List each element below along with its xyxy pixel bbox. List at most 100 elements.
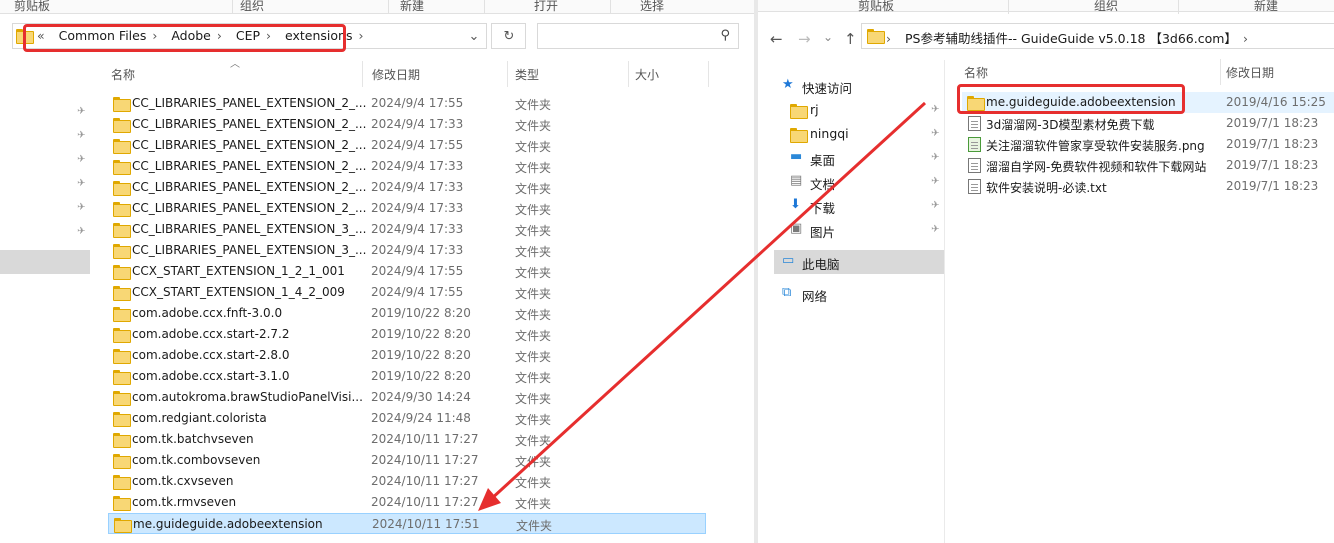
file-row[interactable]: com.tk.cxvseven 2024/10/11 17:27 文件夹 <box>108 471 706 492</box>
ribbon-select-label: 选择 <box>640 0 665 13</box>
file-row[interactable]: CC_LIBRARIES_PANEL_EXTENSION_3_... 2024/9… <box>108 219 706 240</box>
column-header-date[interactable]: 修改日期 <box>372 66 420 83</box>
download-icon: ⬇ <box>790 197 801 212</box>
sidebar-item[interactable]: ▭ 此电脑 <box>774 250 944 274</box>
file-row[interactable]: 关注溜溜软件管家享受软件安装服务.png 2019/7/1 18:23 <box>962 134 1334 155</box>
left-explorer-window: 剪贴板 组织 新建 打开 选择 « Common Files › Adobe › C… <box>0 0 754 543</box>
file-row[interactable]: CC_LIBRARIES_PANEL_EXTENSION_2_... 2024/9… <box>108 93 706 114</box>
file-name: 关注溜溜软件管家享受软件安装服务.png <box>986 139 1205 153</box>
file-date: 2024/9/4 17:33 <box>371 222 464 236</box>
refresh-button[interactable]: ↻ <box>491 23 526 49</box>
file-date: 2024/10/11 17:51 <box>372 517 480 531</box>
file-name: com.autokroma.brawStudioPanelVisi... <box>132 390 363 404</box>
file-name: com.adobe.ccx.start-2.7.2 <box>132 327 290 341</box>
ribbon-organize-label: 组织 <box>240 0 265 13</box>
nav-pane-selected-item[interactable] <box>0 250 90 274</box>
file-row[interactable]: 3d溜溜网-3D模型素材免费下载 2019/7/1 18:23 <box>962 113 1334 134</box>
file-row[interactable]: CCX_START_EXTENSION_1_4_2_009 2024/9/4 17… <box>108 282 706 303</box>
file-row[interactable]: com.autokroma.brawStudioPanelVisi... 2024… <box>108 387 706 408</box>
file-date: 2024/10/11 17:27 <box>371 432 479 446</box>
file-type: 文件夹 <box>515 203 552 217</box>
file-date: 2024/10/11 17:27 <box>371 495 479 509</box>
file-type: 文件夹 <box>515 119 552 133</box>
file-row[interactable]: CC_LIBRARIES_PANEL_EXTENSION_2_... 2024/9… <box>108 156 706 177</box>
column-header-type[interactable]: 类型 <box>515 66 539 83</box>
file-date: 2024/9/4 17:33 <box>371 159 464 173</box>
png-icon <box>968 137 981 152</box>
sidebar-item[interactable]: ⧉ 网络 <box>774 282 944 306</box>
file-row[interactable]: com.redgiant.colorista 2024/9/24 11:48 文件夹 <box>108 408 706 429</box>
folder-icon <box>790 104 808 119</box>
file-type: 文件夹 <box>515 413 552 427</box>
file-row[interactable]: 软件安装说明-必读.txt 2019/7/1 18:23 <box>962 176 1334 197</box>
file-row[interactable]: com.adobe.ccx.start-3.1.0 2019/10/22 8:20… <box>108 366 706 387</box>
recent-locations-dropdown-icon[interactable]: ⌄ <box>823 30 833 44</box>
file-type: 文件夹 <box>515 434 552 448</box>
file-row[interactable]: CCX_START_EXTENSION_1_2_1_001 2024/9/4 17… <box>108 261 706 282</box>
file-row[interactable]: 溜溜自学网-免费软件视频和软件下载网站 2019/7/1 18:23 <box>962 155 1334 176</box>
file-name: com.tk.combovseven <box>132 453 261 467</box>
column-header-name[interactable]: 名称 <box>964 64 988 81</box>
sidebar-item-label: 此电脑 <box>802 257 840 272</box>
file-row[interactable]: CC_LIBRARIES_PANEL_EXTENSION_3_... 2024/9… <box>108 240 706 261</box>
sidebar-item[interactable]: ▬ 桌面 ✈ <box>774 146 944 170</box>
file-date: 2024/10/11 17:27 <box>371 453 479 467</box>
up-arrow-icon[interactable]: ↑ <box>844 30 857 48</box>
pin-icon[interactable]: ✈ <box>931 224 939 235</box>
file-row[interactable]: com.adobe.ccx.fnft-3.0.0 2019/10/22 8:20 文… <box>108 303 706 324</box>
address-bar[interactable]: › PS参考辅助线插件-- GuideGuide v5.0.18 【3d66.c… <box>861 23 1334 49</box>
sidebar-item[interactable]: ningqi ✈ <box>774 122 944 146</box>
pin-icon[interactable]: ✈ <box>931 176 939 187</box>
file-date: 2019/4/16 15:25 <box>1226 95 1326 109</box>
chevron-right-icon[interactable]: › <box>358 28 363 43</box>
computer-icon: ▭ <box>782 253 795 268</box>
file-row[interactable]: CC_LIBRARIES_PANEL_EXTENSION_2_... 2024/9… <box>108 198 706 219</box>
file-row-selected[interactable]: me.guideguide.adobeextension 2024/10/11 1… <box>108 513 706 534</box>
sidebar-item[interactable]: ▤ 文档 ✈ <box>774 170 944 194</box>
file-date: 2024/9/4 17:55 <box>371 96 464 110</box>
file-name: CC_LIBRARIES_PANEL_EXTENSION_2_... <box>132 180 367 194</box>
folder-icon <box>113 97 131 112</box>
file-name: CC_LIBRARIES_PANEL_EXTENSION_2_... <box>132 117 367 131</box>
sidebar-item[interactable]: ⬇ 下载 ✈ <box>774 194 944 218</box>
file-row[interactable]: CC_LIBRARIES_PANEL_EXTENSION_2_... 2024/9… <box>108 177 706 198</box>
file-date: 2024/10/11 17:27 <box>371 474 479 488</box>
file-name: com.tk.batchvseven <box>132 432 254 446</box>
chevron-down-icon[interactable]: ⌄ <box>461 24 487 48</box>
back-arrow-icon[interactable]: ← <box>770 30 783 48</box>
column-header-size[interactable]: 大小 <box>635 66 659 83</box>
pin-icon[interactable]: ✈ <box>931 128 939 139</box>
file-row[interactable]: com.tk.batchvseven 2024/10/11 17:27 文件夹 <box>108 429 706 450</box>
search-icon: ⚲ <box>720 28 730 43</box>
sidebar-item[interactable]: ▣ 图片 ✈ <box>774 218 944 242</box>
file-row[interactable]: CC_LIBRARIES_PANEL_EXTENSION_2_... 2024/9… <box>108 135 706 156</box>
column-header-name[interactable]: 名称 <box>111 66 135 83</box>
chevron-right-icon[interactable]: › <box>1243 31 1248 46</box>
file-type: 文件夹 <box>515 455 552 469</box>
pane-divider <box>944 60 945 543</box>
file-date: 2019/10/22 8:20 <box>371 306 471 320</box>
sidebar-item[interactable]: ★ 快速访问 <box>774 74 944 98</box>
column-header-date[interactable]: 修改日期 <box>1226 64 1274 81</box>
file-row[interactable]: com.tk.combovseven 2024/10/11 17:27 文件夹 <box>108 450 706 471</box>
folder-icon <box>113 202 131 217</box>
forward-arrow-icon[interactable]: → <box>798 30 811 48</box>
pin-icon[interactable]: ✈ <box>931 152 939 163</box>
file-row[interactable]: com.tk.rmvseven 2024/10/11 17:27 文件夹 <box>108 492 706 513</box>
ribbon-group-labels: 剪贴板 组织 新建 <box>758 0 1334 14</box>
file-name: com.tk.rmvseven <box>132 495 237 509</box>
search-input[interactable]: ⚲ <box>537 23 739 49</box>
pin-icon[interactable]: ✈ <box>931 104 939 115</box>
file-type: 文件夹 <box>515 392 552 406</box>
file-date: 2024/9/4 17:55 <box>371 264 464 278</box>
file-row[interactable]: com.adobe.ccx.start-2.7.2 2019/10/22 8:20… <box>108 324 706 345</box>
file-date: 2024/9/4 17:33 <box>371 201 464 215</box>
file-row[interactable]: com.adobe.ccx.start-2.8.0 2019/10/22 8:20… <box>108 345 706 366</box>
column-header-row: ︿ 名称 修改日期 类型 大小 <box>100 59 730 87</box>
pin-icon[interactable]: ✈ <box>931 200 939 211</box>
breadcrumb-current-folder[interactable]: PS参考辅助线插件-- GuideGuide v5.0.18 【3d66.com… <box>905 31 1237 46</box>
file-row[interactable]: CC_LIBRARIES_PANEL_EXTENSION_2_... 2024/9… <box>108 114 706 135</box>
file-type: 文件夹 <box>515 308 552 322</box>
chevron-right-icon[interactable]: › <box>886 31 891 46</box>
sidebar-item[interactable]: rj ✈ <box>774 98 944 122</box>
